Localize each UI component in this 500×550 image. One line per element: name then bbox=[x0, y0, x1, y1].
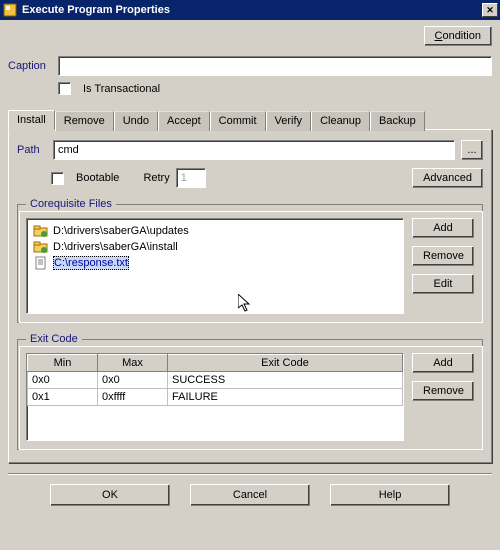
app-icon bbox=[2, 2, 18, 18]
tab-install[interactable]: Install bbox=[8, 110, 55, 130]
list-item[interactable]: D:\drivers\saberGA\install bbox=[31, 239, 399, 255]
help-button[interactable]: Help bbox=[330, 484, 450, 506]
close-button[interactable]: ✕ bbox=[482, 3, 498, 17]
cell-max: 0x0 bbox=[98, 372, 168, 389]
exit-code-legend: Exit Code bbox=[26, 333, 82, 345]
table-row[interactable]: 0x1 0xffff FAILURE bbox=[28, 389, 403, 406]
tab-strip: Install Remove Undo Accept Commit Verify… bbox=[8, 109, 492, 129]
edit-file-button[interactable]: Edit bbox=[412, 274, 474, 294]
col-exit-code[interactable]: Exit Code bbox=[168, 355, 403, 372]
add-exit-code-button[interactable]: Add bbox=[412, 353, 474, 373]
add-file-button[interactable]: Add bbox=[412, 218, 474, 238]
exit-code-table[interactable]: Min Max Exit Code 0x0 0x0 SUCCESS 0x1 0x… bbox=[26, 353, 404, 441]
is-transactional-label: Is Transactional bbox=[83, 83, 160, 95]
browse-button[interactable]: ... bbox=[461, 140, 483, 160]
caption-input[interactable] bbox=[58, 56, 492, 76]
table-row[interactable]: 0x0 0x0 SUCCESS bbox=[28, 372, 403, 389]
condition-button[interactable]: Condition bbox=[424, 26, 493, 46]
corequisite-legend: Corequisite Files bbox=[26, 198, 116, 210]
col-max[interactable]: Max bbox=[98, 355, 168, 372]
cell-code: SUCCESS bbox=[168, 372, 403, 389]
dialog-footer: OK Cancel Help bbox=[8, 473, 492, 512]
path-label: Path bbox=[17, 144, 47, 156]
cell-min: 0x1 bbox=[28, 389, 98, 406]
tab-panel-install: Path ... Bootable Retry Advanced Corequi… bbox=[8, 129, 492, 463]
list-item[interactable]: C:\response.txt bbox=[31, 255, 399, 271]
cell-min: 0x0 bbox=[28, 372, 98, 389]
col-min[interactable]: Min bbox=[28, 355, 98, 372]
bootable-label: Bootable bbox=[76, 172, 119, 184]
cell-max: 0xffff bbox=[98, 389, 168, 406]
file-path: D:\drivers\saberGA\updates bbox=[53, 225, 189, 237]
cancel-button[interactable]: Cancel bbox=[190, 484, 310, 506]
retry-label: Retry bbox=[143, 172, 169, 184]
ok-button[interactable]: OK bbox=[50, 484, 170, 506]
remove-file-button[interactable]: Remove bbox=[412, 246, 474, 266]
remove-exit-code-button[interactable]: Remove bbox=[412, 381, 474, 401]
tab-remove[interactable]: Remove bbox=[55, 111, 114, 131]
corequisite-fieldset: Corequisite Files D:\drivers\saberGA\upd… bbox=[17, 198, 483, 323]
tab-commit[interactable]: Commit bbox=[210, 111, 266, 131]
is-transactional-checkbox[interactable] bbox=[58, 82, 71, 95]
window-title: Execute Program Properties bbox=[22, 4, 482, 16]
bootable-checkbox[interactable] bbox=[51, 172, 64, 185]
caption-label: Caption bbox=[8, 60, 52, 72]
document-icon bbox=[33, 256, 49, 270]
folder-icon bbox=[33, 224, 49, 238]
file-path: D:\drivers\saberGA\install bbox=[53, 241, 178, 253]
path-input[interactable] bbox=[53, 140, 455, 160]
tab-undo[interactable]: Undo bbox=[114, 111, 158, 131]
file-path: C:\response.txt bbox=[53, 256, 129, 270]
cell-code: FAILURE bbox=[168, 389, 403, 406]
tab-verify[interactable]: Verify bbox=[266, 111, 312, 131]
list-item[interactable]: D:\drivers\saberGA\updates bbox=[31, 223, 399, 239]
tab-backup[interactable]: Backup bbox=[370, 111, 425, 131]
tab-accept[interactable]: Accept bbox=[158, 111, 210, 131]
advanced-button[interactable]: Advanced bbox=[412, 168, 483, 188]
folder-icon bbox=[33, 240, 49, 254]
title-bar: Execute Program Properties ✕ bbox=[0, 0, 500, 20]
file-list[interactable]: D:\drivers\saberGA\updates D:\drivers\sa… bbox=[26, 218, 404, 314]
tab-cleanup[interactable]: Cleanup bbox=[311, 111, 370, 131]
retry-input bbox=[176, 168, 206, 188]
exit-code-fieldset: Exit Code Min Max Exit Code 0x0 0x0 SUCC… bbox=[17, 333, 483, 450]
